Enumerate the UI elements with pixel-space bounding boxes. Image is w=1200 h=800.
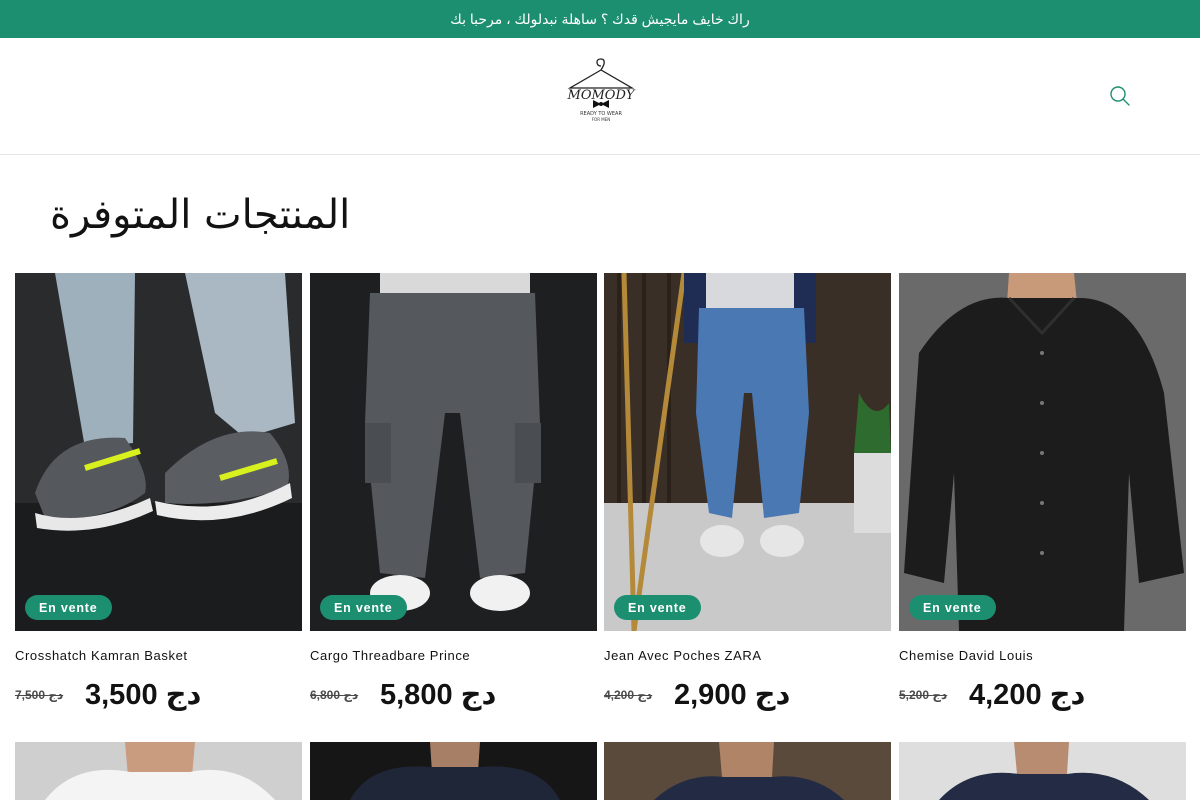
site-header: MOMODY READY TO WEAR FOR MEN bbox=[0, 38, 1200, 155]
product-card[interactable] bbox=[899, 742, 1186, 800]
product-image[interactable]: En vente bbox=[899, 273, 1186, 631]
sale-badge: En vente bbox=[614, 595, 701, 620]
cargo-pants-photo-icon bbox=[310, 273, 597, 631]
product-image[interactable]: En vente bbox=[604, 273, 891, 631]
product-title[interactable]: Cargo Threadbare Prince bbox=[310, 648, 470, 663]
product-card[interactable]: En vente Crosshatch Kamran Basket 7,500 … bbox=[15, 273, 302, 711]
sale-price: 2,900 دج bbox=[674, 679, 791, 711]
search-icon bbox=[1110, 86, 1130, 106]
product-card[interactable]: En vente Cargo Threadbare Prince 6,800 د… bbox=[310, 273, 597, 711]
compare-price: 5,200 دج bbox=[899, 687, 948, 702]
product-image[interactable]: En vente bbox=[310, 273, 597, 631]
store-logo[interactable]: MOMODY READY TO WEAR FOR MEN bbox=[560, 58, 642, 126]
sneakers-photo-icon bbox=[15, 273, 302, 631]
product-image[interactable]: En vente bbox=[15, 273, 302, 631]
black-shirt-photo-icon bbox=[899, 273, 1186, 631]
polo-shirt-photo-icon bbox=[604, 742, 891, 800]
product-card[interactable] bbox=[15, 742, 302, 800]
product-card[interactable] bbox=[310, 742, 597, 800]
product-title[interactable]: Jean Avec Poches ZARA bbox=[604, 648, 762, 663]
white-shirt-photo-icon bbox=[15, 742, 302, 800]
price-row: 5,200 دج 4,200 دج bbox=[899, 677, 1085, 712]
sale-price: 4,200 دج bbox=[969, 679, 1086, 711]
compare-price: 7,500 دج bbox=[15, 687, 64, 702]
puffer-jacket-photo-icon bbox=[310, 742, 597, 800]
product-card[interactable] bbox=[604, 742, 891, 800]
logo-wordmark: MOMODY bbox=[567, 88, 636, 103]
product-title[interactable]: Crosshatch Kamran Basket bbox=[15, 648, 188, 663]
sale-badge: En vente bbox=[25, 595, 112, 620]
compare-price: 4,200 دج bbox=[604, 687, 653, 702]
price-row: 6,800 دج 5,800 دج bbox=[310, 677, 496, 712]
price-row: 7,500 دج 3,500 دج bbox=[15, 677, 201, 712]
sale-badge: En vente bbox=[909, 595, 996, 620]
hanger-bowtie-logo-icon: MOMODY READY TO WEAR FOR MEN bbox=[567, 58, 636, 122]
sale-badge: En vente bbox=[320, 595, 407, 620]
jeans-photo-icon bbox=[604, 273, 891, 631]
search-button[interactable] bbox=[1104, 80, 1136, 112]
navy-sweater-photo-icon bbox=[899, 742, 1186, 800]
announcement-text: راك خايف مايجيش قدك ؟ ساهلة نبدلولك ، مر… bbox=[450, 10, 750, 27]
compare-price: 6,800 دج bbox=[310, 687, 359, 702]
price-row: 4,200 دج 2,900 دج bbox=[604, 677, 790, 712]
product-card[interactable]: En vente Jean Avec Poches ZARA 4,200 دج … bbox=[604, 273, 891, 711]
product-card[interactable]: En vente Chemise David Louis 5,200 دج 4,… bbox=[899, 273, 1186, 711]
sale-price: 5,800 دج bbox=[380, 679, 497, 711]
sale-price: 3,500 دج bbox=[85, 679, 202, 711]
logo-tagline-2: FOR MEN bbox=[592, 117, 610, 122]
product-title[interactable]: Chemise David Louis bbox=[899, 648, 1033, 663]
section-title: المنتجات المتوفرة bbox=[50, 192, 351, 238]
announcement-bar: راك خايف مايجيش قدك ؟ ساهلة نبدلولك ، مر… bbox=[0, 0, 1200, 38]
